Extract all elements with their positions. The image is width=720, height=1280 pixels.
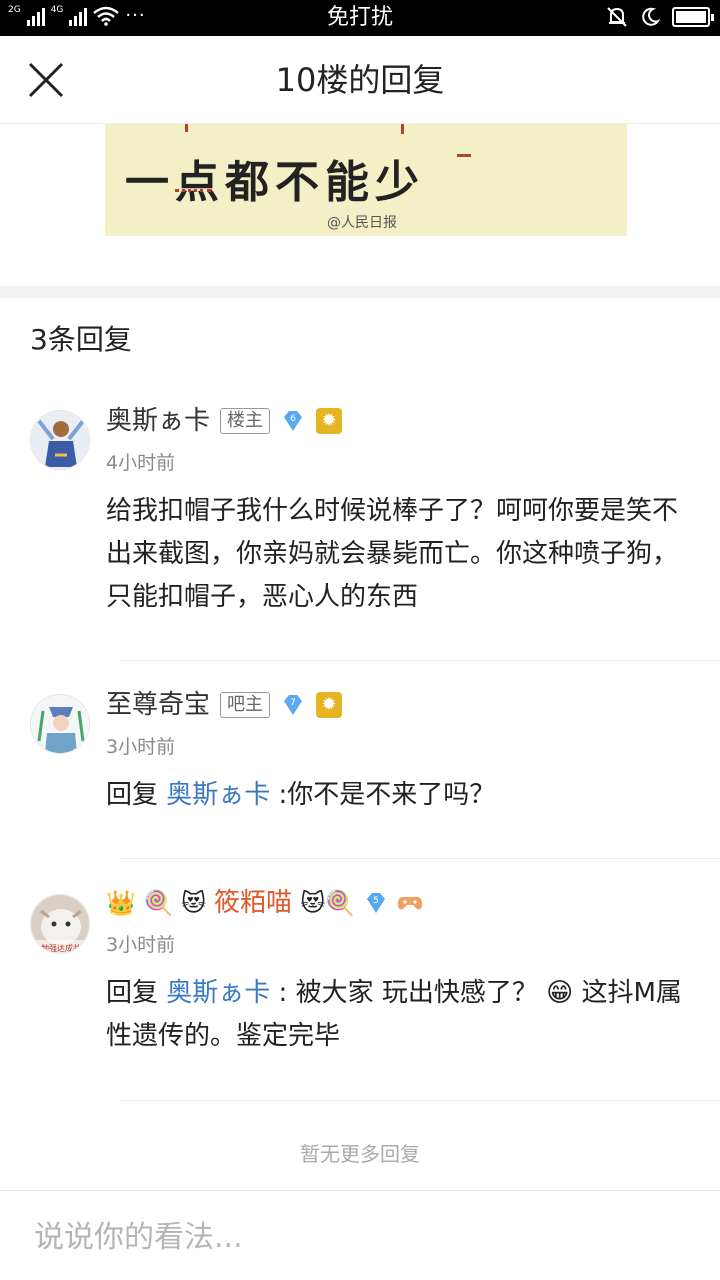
reply-divider — [120, 660, 720, 661]
reply-time: 4小时前 — [106, 452, 176, 474]
medal-icon — [316, 408, 343, 434]
level-gem-icon: 5 — [366, 893, 385, 913]
ink-mark — [185, 124, 188, 132]
reply-prefix: 回复 — [106, 978, 167, 1008]
reply-divider — [120, 1100, 720, 1101]
reply-time: 3小时前 — [106, 934, 176, 956]
mention-link[interactable]: 奥斯ぁ卡 — [166, 978, 270, 1008]
medal-icon — [316, 692, 343, 718]
level-number: 5 — [373, 896, 379, 906]
image-watermark: @人民日报 — [327, 215, 397, 231]
reply-content: 回复 奥斯ぁ卡 : 被大家 玩出快感了？ 😁 这抖M属性遗传的。鉴定完毕 — [106, 972, 696, 1058]
level-gem-icon: 7 — [284, 695, 303, 715]
page-title: 10楼的回复 — [275, 61, 445, 99]
reply-prefix: 回复 — [106, 780, 167, 810]
username-row: 至尊奇宝 吧主 7 — [106, 688, 343, 722]
username-row: 奥斯ぁ卡 楼主 6 — [106, 404, 343, 438]
gamepad-icon — [397, 897, 422, 910]
post-image[interactable]: 一点都不能少 @人民日报 — [105, 124, 627, 236]
section-divider — [0, 286, 720, 298]
ink-mark — [401, 124, 404, 134]
role-badge: 楼主 — [220, 408, 271, 434]
reply-divider — [120, 858, 720, 859]
status-bar: 2G 4G ··· 免打扰 — [0, 0, 720, 36]
role-badge: 吧主 — [220, 692, 271, 718]
red-dots — [175, 184, 211, 192]
ink-mark — [457, 154, 471, 157]
moon-icon — [642, 7, 660, 26]
mention-link[interactable]: 奥斯ぁ卡 — [166, 780, 270, 810]
calligraphy-text: 一点都不能少 — [125, 157, 425, 208]
username[interactable]: 至尊奇宝 — [106, 688, 210, 722]
reply-content: 回复 奥斯ぁ卡 :你不是不来了吗？ — [106, 774, 696, 817]
status-right — [606, 6, 714, 28]
avatar[interactable]: 勉强达成共 — [30, 894, 90, 954]
name-decoration-left: 👑 🍭 😻 — [106, 889, 207, 917]
reply-text: :你不是不来了吗？ — [270, 780, 496, 810]
username-row: 👑 🍭 😻 筱粨喵 😻🍭 5 — [106, 886, 423, 920]
comment-input[interactable] — [34, 1217, 684, 1257]
page-header: 10楼的回复 — [0, 36, 720, 124]
name-decoration-right: 😻🍭 — [300, 889, 355, 917]
reply-content: 给我扣帽子我什么时候说棒子了？呵呵你要是笑不出来截图，你亲妈就会暴毙而亡。你这种… — [106, 496, 679, 612]
grin-emoji-icon: 😁 — [546, 978, 574, 1008]
level-number: 6 — [290, 414, 296, 424]
comment-input-bar — [0, 1190, 720, 1280]
bell-muted-icon — [607, 7, 627, 27]
level-gem-icon: 6 — [284, 411, 303, 431]
no-more-replies: 暂无更多回复 — [300, 1142, 420, 1166]
reply-time: 3小时前 — [106, 736, 176, 758]
username[interactable]: 筱粨喵 — [214, 886, 292, 920]
avatar[interactable] — [30, 694, 90, 754]
level-number: 7 — [290, 698, 296, 708]
avatar-caption: 勉强达成共 — [41, 943, 81, 953]
battery-icon — [672, 7, 714, 27]
reply-text: : 被大家 玩出快感了？ — [270, 978, 547, 1008]
avatar[interactable] — [30, 410, 90, 470]
username[interactable]: 奥斯ぁ卡 — [106, 404, 210, 438]
reply-count: 3条回复 — [30, 323, 132, 356]
